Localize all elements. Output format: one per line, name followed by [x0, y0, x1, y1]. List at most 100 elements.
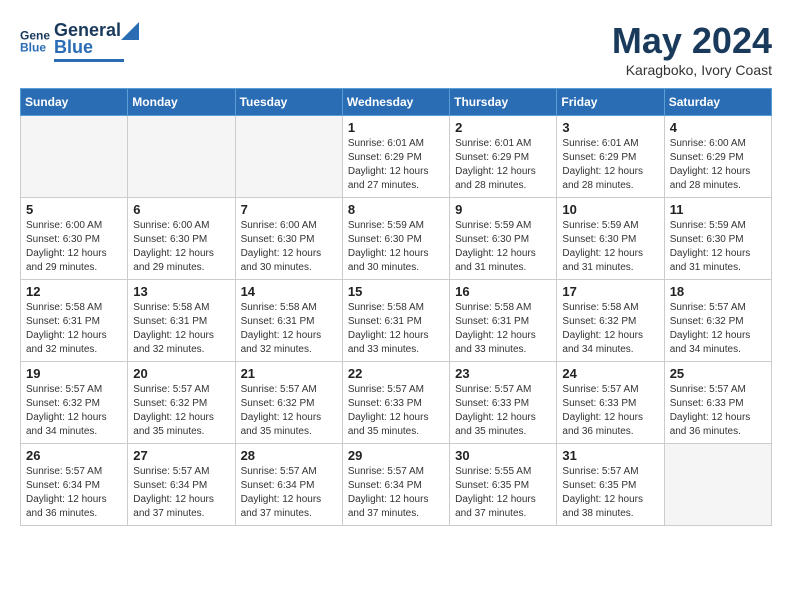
- calendar-week-1: 1 Sunrise: 6:01 AMSunset: 6:29 PMDaylight…: [21, 116, 772, 198]
- calendar-cell: [21, 116, 128, 198]
- cell-sun-info: Sunrise: 5:58 AMSunset: 6:31 PMDaylight:…: [455, 301, 551, 357]
- cell-day-number: 16: [455, 284, 551, 299]
- cell-day-number: 28: [241, 448, 337, 463]
- cell-day-number: 26: [26, 448, 122, 463]
- calendar-week-3: 12Sunrise: 5:58 AMSunset: 6:31 PMDayligh…: [21, 280, 772, 362]
- svg-text:Blue: Blue: [20, 41, 46, 55]
- calendar-cell: [235, 116, 342, 198]
- cell-sun-info: Sunrise: 6:01 AMSunset: 6:29 PMDaylight:…: [562, 137, 658, 193]
- calendar-cell: 5Sunrise: 6:00 AMSunset: 6:30 PMDaylight…: [21, 198, 128, 280]
- weekday-header-row: SundayMondayTuesdayWednesdayThursdayFrid…: [21, 89, 772, 116]
- calendar-week-4: 19 Sunrise: 5:57 AMSunset: 6:32 PMDayligh…: [21, 362, 772, 444]
- cell-day-number: 10: [562, 202, 658, 217]
- calendar-cell: 10 Sunrise: 5:59 AMSunset: 6:30 PMDayligh…: [557, 198, 664, 280]
- calendar-cell: 26 Sunrise: 5:57 AMSunset: 6:34 PMDayligh…: [21, 444, 128, 526]
- calendar-cell: 17Sunrise: 5:58 AMSunset: 6:32 PMDayligh…: [557, 280, 664, 362]
- weekday-header-friday: Friday: [557, 89, 664, 116]
- cell-day-number: 31: [562, 448, 658, 463]
- cell-sun-info: Sunrise: 5:57 AMSunset: 6:32 PMDaylight:…: [133, 383, 229, 439]
- cell-day-number: 8: [348, 202, 444, 217]
- cell-day-number: 19: [26, 366, 122, 381]
- cell-day-number: 15: [348, 284, 444, 299]
- calendar-cell: 14 Sunrise: 5:58 AMSunset: 6:31 PMDayligh…: [235, 280, 342, 362]
- cell-sun-info: Sunrise: 5:57 AMSunset: 6:33 PMDaylight:…: [348, 383, 444, 439]
- cell-sun-info: Sunrise: 5:57 AMSunset: 6:32 PMDaylight:…: [670, 301, 766, 357]
- calendar-cell: 4 Sunrise: 6:00 AMSunset: 6:29 PMDaylight…: [664, 116, 771, 198]
- weekday-header-wednesday: Wednesday: [342, 89, 449, 116]
- cell-sun-info: Sunrise: 5:59 AMSunset: 6:30 PMDaylight:…: [348, 219, 444, 275]
- cell-sun-info: Sunrise: 5:58 AMSunset: 6:31 PMDaylight:…: [133, 301, 229, 357]
- cell-sun-info: Sunrise: 5:57 AMSunset: 6:34 PMDaylight:…: [133, 465, 229, 521]
- cell-day-number: 7: [241, 202, 337, 217]
- cell-sun-info: Sunrise: 5:58 AMSunset: 6:31 PMDaylight:…: [26, 301, 122, 357]
- cell-sun-info: Sunrise: 5:59 AMSunset: 6:30 PMDaylight:…: [562, 219, 658, 275]
- calendar-cell: 13Sunrise: 5:58 AMSunset: 6:31 PMDayligh…: [128, 280, 235, 362]
- cell-day-number: 27: [133, 448, 229, 463]
- cell-day-number: 24: [562, 366, 658, 381]
- cell-day-number: 3: [562, 120, 658, 135]
- month-title: May 2024: [612, 20, 772, 62]
- calendar-cell: 8 Sunrise: 5:59 AMSunset: 6:30 PMDaylight…: [342, 198, 449, 280]
- cell-sun-info: Sunrise: 5:58 AMSunset: 6:31 PMDaylight:…: [241, 301, 337, 357]
- calendar-cell: 16 Sunrise: 5:58 AMSunset: 6:31 PMDayligh…: [450, 280, 557, 362]
- cell-sun-info: Sunrise: 5:57 AMSunset: 6:33 PMDaylight:…: [562, 383, 658, 439]
- calendar-week-5: 26 Sunrise: 5:57 AMSunset: 6:34 PMDayligh…: [21, 444, 772, 526]
- calendar-cell: 9Sunrise: 5:59 AMSunset: 6:30 PMDaylight…: [450, 198, 557, 280]
- calendar-cell: 21 Sunrise: 5:57 AMSunset: 6:32 PMDayligh…: [235, 362, 342, 444]
- cell-day-number: 6: [133, 202, 229, 217]
- cell-day-number: 30: [455, 448, 551, 463]
- cell-sun-info: Sunrise: 5:57 AMSunset: 6:35 PMDaylight:…: [562, 465, 658, 521]
- calendar-cell: 30 Sunrise: 5:55 AMSunset: 6:35 PMDayligh…: [450, 444, 557, 526]
- weekday-header-monday: Monday: [128, 89, 235, 116]
- calendar-cell: 28 Sunrise: 5:57 AMSunset: 6:34 PMDayligh…: [235, 444, 342, 526]
- weekday-header-tuesday: Tuesday: [235, 89, 342, 116]
- cell-day-number: 5: [26, 202, 122, 217]
- cell-sun-info: Sunrise: 6:01 AMSunset: 6:29 PMDaylight:…: [348, 137, 444, 193]
- calendar-table: SundayMondayTuesdayWednesdayThursdayFrid…: [20, 88, 772, 526]
- calendar-cell: 27 Sunrise: 5:57 AMSunset: 6:34 PMDayligh…: [128, 444, 235, 526]
- cell-day-number: 20: [133, 366, 229, 381]
- calendar-cell: 7Sunrise: 6:00 AMSunset: 6:30 PMDaylight…: [235, 198, 342, 280]
- calendar-cell: 2Sunrise: 6:01 AMSunset: 6:29 PMDaylight…: [450, 116, 557, 198]
- cell-sun-info: Sunrise: 5:58 AMSunset: 6:31 PMDaylight:…: [348, 301, 444, 357]
- cell-day-number: 21: [241, 366, 337, 381]
- logo-underline: [54, 59, 124, 62]
- logo: General Blue General Blue: [20, 20, 139, 62]
- calendar-cell: 15 Sunrise: 5:58 AMSunset: 6:31 PMDayligh…: [342, 280, 449, 362]
- cell-sun-info: Sunrise: 5:55 AMSunset: 6:35 PMDaylight:…: [455, 465, 551, 521]
- cell-sun-info: Sunrise: 6:00 AMSunset: 6:29 PMDaylight:…: [670, 137, 766, 193]
- logo-icon: General Blue: [20, 26, 50, 56]
- blue-arrow-icon: [121, 22, 139, 40]
- calendar-cell: 24 Sunrise: 5:57 AMSunset: 6:33 PMDayligh…: [557, 362, 664, 444]
- calendar-cell: 11Sunrise: 5:59 AMSunset: 6:30 PMDayligh…: [664, 198, 771, 280]
- cell-day-number: 11: [670, 202, 766, 217]
- calendar-cell: 6 Sunrise: 6:00 AMSunset: 6:30 PMDaylight…: [128, 198, 235, 280]
- calendar-cell: 1 Sunrise: 6:01 AMSunset: 6:29 PMDaylight…: [342, 116, 449, 198]
- cell-sun-info: Sunrise: 6:00 AMSunset: 6:30 PMDaylight:…: [133, 219, 229, 275]
- cell-sun-info: Sunrise: 5:57 AMSunset: 6:34 PMDaylight:…: [348, 465, 444, 521]
- cell-sun-info: Sunrise: 5:57 AMSunset: 6:33 PMDaylight:…: [455, 383, 551, 439]
- cell-day-number: 2: [455, 120, 551, 135]
- weekday-header-saturday: Saturday: [664, 89, 771, 116]
- cell-day-number: 18: [670, 284, 766, 299]
- cell-day-number: 1: [348, 120, 444, 135]
- cell-sun-info: Sunrise: 5:57 AMSunset: 6:34 PMDaylight:…: [26, 465, 122, 521]
- calendar-header: SundayMondayTuesdayWednesdayThursdayFrid…: [21, 89, 772, 116]
- calendar-cell: 18 Sunrise: 5:57 AMSunset: 6:32 PMDayligh…: [664, 280, 771, 362]
- location-subtitle: Karagboko, Ivory Coast: [612, 62, 772, 78]
- calendar-cell: 23 Sunrise: 5:57 AMSunset: 6:33 PMDayligh…: [450, 362, 557, 444]
- calendar-cell: 29 Sunrise: 5:57 AMSunset: 6:34 PMDayligh…: [342, 444, 449, 526]
- cell-day-number: 23: [455, 366, 551, 381]
- calendar-cell: 3 Sunrise: 6:01 AMSunset: 6:29 PMDaylight…: [557, 116, 664, 198]
- cell-sun-info: Sunrise: 5:57 AMSunset: 6:32 PMDaylight:…: [241, 383, 337, 439]
- cell-day-number: 29: [348, 448, 444, 463]
- cell-sun-info: Sunrise: 5:57 AMSunset: 6:34 PMDaylight:…: [241, 465, 337, 521]
- weekday-header-thursday: Thursday: [450, 89, 557, 116]
- calendar-cell: 19Sunrise: 5:57 AMSunset: 6:32 PMDayligh…: [21, 362, 128, 444]
- calendar-cell: 12Sunrise: 5:58 AMSunset: 6:31 PMDayligh…: [21, 280, 128, 362]
- cell-day-number: 14: [241, 284, 337, 299]
- weekday-header-sunday: Sunday: [21, 89, 128, 116]
- calendar-cell: [664, 444, 771, 526]
- cell-day-number: 4: [670, 120, 766, 135]
- cell-sun-info: Sunrise: 5:59 AMSunset: 6:30 PMDaylight:…: [455, 219, 551, 275]
